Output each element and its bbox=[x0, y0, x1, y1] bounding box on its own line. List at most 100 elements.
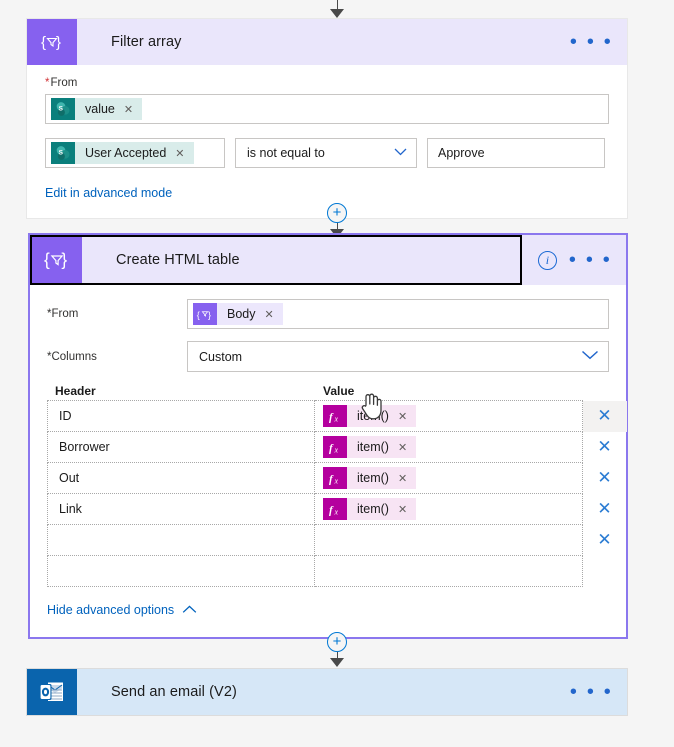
token-remove-icon[interactable]: ✕ bbox=[124, 103, 133, 116]
svg-text:f: f bbox=[329, 474, 334, 486]
filter-array-card[interactable]: { } Filter array • • • *From S value ✕ S… bbox=[26, 18, 628, 219]
table-row: ID f x item() ✕ ✕ bbox=[47, 400, 627, 432]
svg-text:{: { bbox=[41, 34, 46, 51]
header-cell[interactable]: Borrower bbox=[47, 431, 315, 463]
send-an-email-card[interactable]: Send an email (V2) • • • bbox=[26, 668, 628, 716]
columns-select[interactable]: Custom bbox=[187, 341, 609, 372]
filter-array-header[interactable]: { } Filter array • • • bbox=[27, 19, 627, 65]
send-an-email-header[interactable]: Send an email (V2) • • • bbox=[27, 669, 627, 715]
close-icon[interactable]: ✕ bbox=[583, 525, 626, 555]
sharepoint-icon: S bbox=[51, 98, 75, 120]
delete-row-cell bbox=[583, 556, 627, 587]
token-body-text: Body ✕ bbox=[217, 303, 283, 325]
filter-array-menu-button[interactable]: • • • bbox=[570, 32, 613, 52]
value-cell[interactable] bbox=[314, 524, 583, 556]
delete-row-cell[interactable]: ✕ bbox=[583, 463, 627, 494]
condition-operator-select[interactable]: is not equal to bbox=[235, 138, 417, 168]
fx-icon: fx bbox=[323, 498, 347, 520]
create-html-table-card[interactable]: { } Create HTML table i • • • *From {} … bbox=[28, 233, 628, 639]
table-row: Link f x item() ✕ ✕ bbox=[47, 493, 627, 525]
token-expression-text: item() ✕ bbox=[347, 498, 417, 520]
insert-step-button[interactable]: + bbox=[327, 632, 347, 652]
filter-array-body: *From S value ✕ S User Accepted ✕ is not… bbox=[27, 65, 627, 218]
insert-step-button[interactable]: + bbox=[327, 203, 347, 223]
token-user-accepted[interactable]: S User Accepted ✕ bbox=[51, 142, 194, 164]
token-remove-icon[interactable]: ✕ bbox=[398, 410, 407, 423]
header-cell[interactable] bbox=[47, 524, 315, 556]
fx-icon: fx bbox=[323, 405, 347, 427]
header-cell[interactable]: Link bbox=[47, 493, 315, 525]
create-html-table-title-region[interactable]: { } Create HTML table bbox=[30, 235, 522, 285]
close-icon[interactable]: ✕ bbox=[583, 401, 626, 431]
value-cell[interactable]: f x item() ✕ bbox=[314, 493, 583, 525]
info-icon[interactable]: i bbox=[537, 250, 557, 270]
condition-value-input[interactable]: Approve bbox=[427, 138, 605, 168]
value-column-label: Value bbox=[323, 384, 355, 398]
token-expression[interactable]: f x item() ✕ bbox=[323, 436, 417, 458]
create-html-table-columns-label: *Columns bbox=[47, 350, 97, 363]
header-cell[interactable]: Out bbox=[47, 462, 315, 494]
token-expression-text: item() ✕ bbox=[347, 436, 417, 458]
token-expression[interactable]: f x item() ✕ bbox=[323, 405, 417, 427]
filter-array-advanced-wrap: Edit in advanced mode bbox=[45, 184, 609, 202]
condition-value-text: Approve bbox=[438, 146, 485, 160]
filter-array-from-field[interactable]: S value ✕ bbox=[45, 94, 609, 124]
svg-text:}: } bbox=[56, 34, 61, 51]
value-cell[interactable]: f x item() ✕ bbox=[314, 462, 583, 494]
token-remove-icon[interactable]: ✕ bbox=[175, 147, 184, 160]
token-remove-icon[interactable]: ✕ bbox=[265, 308, 274, 321]
token-expression[interactable]: f x item() ✕ bbox=[323, 498, 417, 520]
fx-icon: fx bbox=[323, 467, 347, 489]
token-remove-icon[interactable]: ✕ bbox=[398, 472, 407, 485]
svg-text:{: { bbox=[197, 310, 200, 320]
value-cell[interactable]: f x item() ✕ bbox=[314, 431, 583, 463]
filter-array-condition-row: S User Accepted ✕ is not equal to Approv… bbox=[45, 138, 609, 168]
close-icon[interactable]: ✕ bbox=[583, 463, 626, 493]
delete-row-cell[interactable]: ✕ bbox=[582, 400, 627, 432]
token-expression-label: item() bbox=[357, 409, 389, 423]
columns-grid: ID f x item() ✕ ✕ Borrower f x item() ✕ ✕ Out f x item(… bbox=[47, 400, 627, 587]
create-html-table-menu-button[interactable]: • • • bbox=[569, 250, 612, 270]
condition-left-cell: S User Accepted ✕ bbox=[45, 138, 225, 168]
svg-text:}: } bbox=[61, 249, 67, 269]
chevron-down-icon bbox=[581, 350, 599, 363]
token-remove-icon[interactable]: ✕ bbox=[398, 503, 407, 516]
create-html-table-from-field[interactable]: { } Body ✕ bbox=[187, 299, 609, 329]
columns-selected-value: Custom bbox=[199, 349, 243, 364]
svg-text:x: x bbox=[334, 446, 339, 455]
create-html-table-body: *From { } Body ✕ *Columns Custom Header … bbox=[30, 285, 627, 637]
delete-row-cell[interactable]: ✕ bbox=[583, 432, 627, 463]
svg-text:S: S bbox=[59, 105, 64, 112]
create-html-table-title: Create HTML table bbox=[116, 252, 240, 268]
token-body[interactable]: { } Body ✕ bbox=[193, 303, 283, 325]
create-html-table-columns-field-wrap: Custom bbox=[187, 341, 609, 372]
arrow-down-icon bbox=[330, 658, 344, 667]
delete-row-cell[interactable]: ✕ bbox=[583, 525, 627, 556]
filter-array-icon: { } bbox=[27, 19, 77, 65]
send-an-email-menu-button[interactable]: • • • bbox=[570, 682, 613, 702]
required-asterisk: * bbox=[45, 77, 50, 89]
table-row: Borrower f x item() ✕ ✕ bbox=[47, 431, 627, 463]
svg-text:f: f bbox=[329, 412, 334, 424]
svg-text:S: S bbox=[59, 149, 64, 156]
close-icon[interactable]: ✕ bbox=[583, 494, 626, 524]
condition-left-field[interactable]: S User Accepted ✕ bbox=[45, 138, 225, 168]
condition-operator-value: is not equal to bbox=[247, 146, 325, 160]
hide-advanced-options-link[interactable]: Hide advanced options bbox=[47, 603, 197, 617]
header-cell[interactable] bbox=[47, 555, 315, 587]
delete-row-cell[interactable]: ✕ bbox=[583, 494, 627, 525]
chevron-down-icon bbox=[394, 147, 407, 159]
create-html-table-header[interactable]: { } Create HTML table i • • • bbox=[30, 235, 626, 285]
close-icon[interactable]: ✕ bbox=[583, 432, 626, 462]
token-expression[interactable]: f x item() ✕ bbox=[323, 467, 417, 489]
token-remove-icon[interactable]: ✕ bbox=[398, 441, 407, 454]
create-html-table-header-actions: i • • • bbox=[522, 235, 626, 285]
columns-grid-headers: Header Value bbox=[55, 384, 609, 398]
header-cell[interactable]: ID bbox=[47, 400, 315, 432]
token-value[interactable]: S value ✕ bbox=[51, 98, 143, 120]
svg-text:x: x bbox=[334, 415, 339, 424]
value-cell[interactable] bbox=[314, 555, 583, 587]
value-cell[interactable]: f x item() ✕ bbox=[314, 400, 583, 432]
edit-advanced-mode-link[interactable]: Edit in advanced mode bbox=[45, 186, 172, 200]
svg-text:}: } bbox=[208, 310, 211, 320]
